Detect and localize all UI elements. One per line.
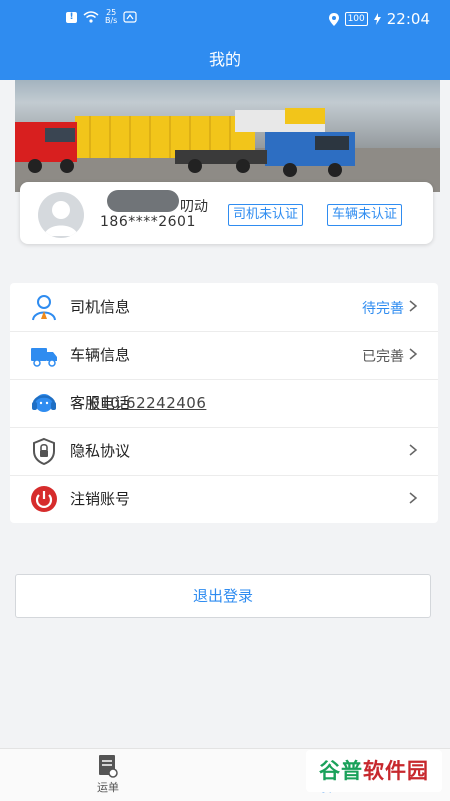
battery-level: 100 <box>344 12 368 26</box>
location-icon <box>328 12 339 26</box>
menu-item-status: 待完善 <box>362 301 404 317</box>
vehicle-verify-badge[interactable]: 车辆未认证 <box>327 204 403 226</box>
header: 我的 <box>0 40 450 80</box>
name-redaction-mark <box>107 190 179 212</box>
headset-icon <box>32 394 56 412</box>
charging-icon <box>373 13 381 25</box>
customer-service-phone-link[interactable]: 010-62242406 <box>90 394 422 412</box>
settings-menu: 司机信息 待完善 车辆信息 已完善 客服电话 010-62242406 隐私协议… <box>10 283 438 523</box>
tab-waybill[interactable]: 运单 <box>78 753 138 795</box>
menu-item-label: 隐私协议 <box>70 442 131 460</box>
network-speed-unit: B/s <box>105 16 118 25</box>
chevron-right-icon <box>409 300 418 312</box>
user-phone: 186****2601 <box>100 214 196 230</box>
chevron-right-icon <box>409 444 418 456</box>
driver-person-icon <box>32 295 56 321</box>
menu-item-vehicle-info[interactable]: 车辆信息 已完善 <box>10 331 438 380</box>
network-speed: 25 B/s <box>105 9 117 25</box>
tab-label: 运单 <box>97 781 119 794</box>
default-avatar-icon <box>44 201 78 236</box>
notification-alert-icon: ! <box>66 11 77 23</box>
watermark-text-part2: 软件园 <box>363 759 429 783</box>
truck-icon <box>31 348 57 367</box>
menu-item-label: 车辆信息 <box>70 346 131 364</box>
menu-item-status: 已完善 <box>362 349 404 365</box>
user-name: 叨动 <box>180 199 208 215</box>
status-bar: ! 25 B/s 100 22:04 <box>0 0 450 40</box>
power-icon <box>31 486 57 512</box>
menu-item-driver-info[interactable]: 司机信息 待完善 <box>10 283 438 332</box>
header-banner-image <box>15 80 440 192</box>
shield-lock-icon <box>33 437 55 465</box>
avatar[interactable] <box>38 192 84 238</box>
chevron-right-icon <box>409 348 418 360</box>
trucks-illustration <box>15 108 440 192</box>
menu-item-label: 司机信息 <box>70 298 131 316</box>
nfc-icon <box>123 11 137 23</box>
wifi-icon <box>83 11 99 23</box>
site-watermark-logo: 谷普软件园 <box>306 750 442 792</box>
clock-time: 22:04 <box>386 10 430 28</box>
menu-item-delete-account[interactable]: 注销账号 <box>10 475 438 523</box>
menu-item-customer-service[interactable]: 客服电话 010-62242406 <box>10 379 438 428</box>
page-title: 我的 <box>208 50 241 69</box>
menu-item-label: 注销账号 <box>70 490 131 508</box>
menu-item-privacy-policy[interactable]: 隐私协议 <box>10 427 438 476</box>
logout-button[interactable]: 退出登录 <box>15 574 431 618</box>
watermark-text-part1: 谷普 <box>319 759 363 783</box>
driver-verify-badge[interactable]: 司机未认证 <box>228 204 304 226</box>
chevron-right-icon <box>409 492 418 504</box>
profile-card[interactable]: 叨动 186****2601 司机未认证 车辆未认证 <box>20 182 433 244</box>
waybill-icon <box>99 755 118 778</box>
